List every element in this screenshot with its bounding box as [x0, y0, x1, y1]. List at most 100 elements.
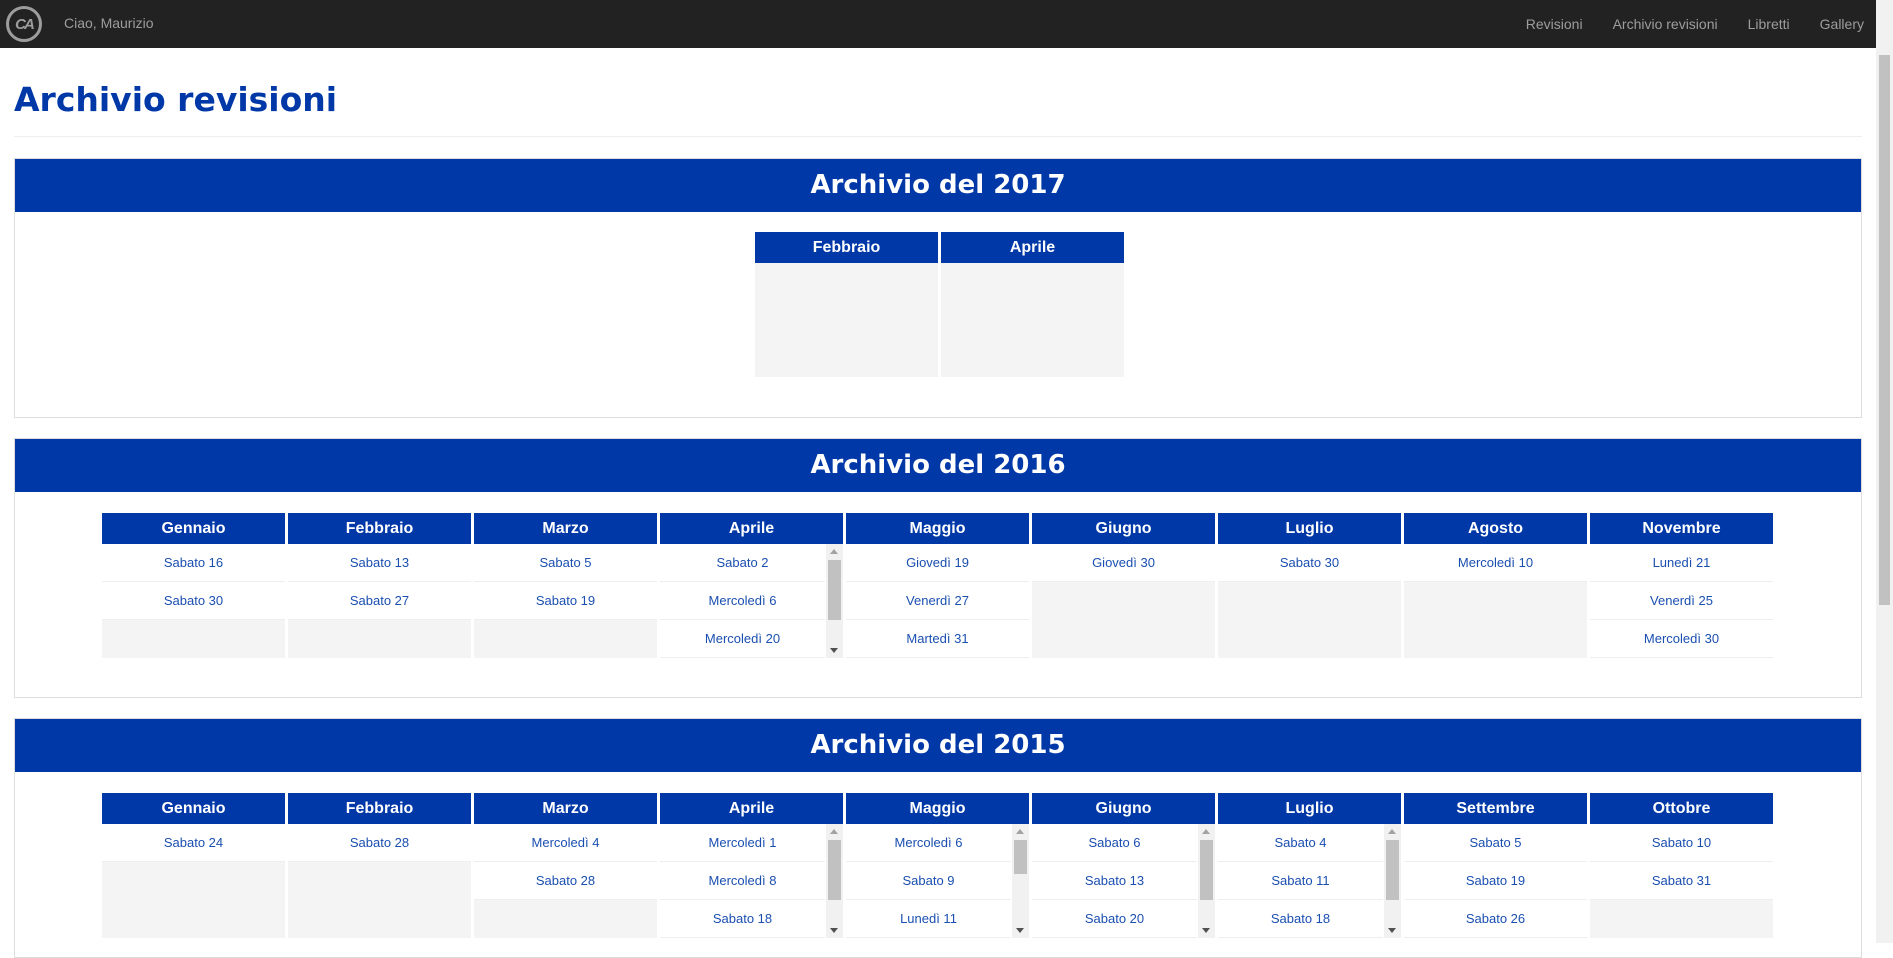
list-scrollbar-thumb[interactable] — [1386, 840, 1399, 900]
archive-panel-title: Archivio del 2015 — [15, 719, 1861, 772]
day-link[interactable]: Sabato 4 — [1218, 824, 1383, 862]
empty-filler — [288, 862, 471, 938]
month-day-list: Sabato 4 Sabato 11 Sabato 18 — [1218, 824, 1401, 938]
list-scrollbar-thumb[interactable] — [828, 560, 841, 620]
empty-filler — [474, 900, 657, 938]
scroll-down-arrow-icon[interactable] — [830, 648, 838, 653]
list-scrollbar[interactable] — [1012, 824, 1029, 938]
day-link[interactable]: Martedì 31 — [846, 620, 1029, 658]
day-link[interactable]: Sabato 19 — [474, 582, 657, 620]
list-scrollbar[interactable] — [826, 824, 843, 938]
day-link[interactable]: Sabato 2 — [660, 544, 825, 582]
month-header: Aprile — [660, 793, 843, 824]
day-link[interactable]: Sabato 26 — [1404, 900, 1587, 938]
day-link[interactable]: Mercoledì 10 — [1404, 544, 1587, 582]
scroll-up-arrow-icon[interactable] — [1202, 829, 1210, 834]
day-link[interactable]: Sabato 30 — [102, 582, 285, 620]
month-column: Luglio Sabato 4 Sabato 11 Sabato 18 — [1218, 793, 1401, 938]
month-header: Giugno — [1032, 793, 1215, 824]
month-header: Luglio — [1218, 793, 1401, 824]
list-scrollbar-thumb[interactable] — [1014, 840, 1027, 874]
list-scrollbar[interactable] — [826, 544, 843, 658]
day-link[interactable]: Venerdì 25 — [1590, 582, 1773, 620]
scroll-up-arrow-icon[interactable] — [1388, 829, 1396, 834]
scroll-up-arrow-icon[interactable] — [1016, 829, 1024, 834]
month-header: Gennaio — [102, 513, 285, 544]
scroll-down-arrow-icon[interactable] — [1202, 928, 1210, 933]
day-link[interactable]: Mercoledì 4 — [474, 824, 657, 862]
day-link[interactable]: Sabato 20 — [1032, 900, 1197, 938]
list-scrollbar-thumb[interactable] — [1200, 840, 1213, 900]
month-column: Luglio Sabato 30 — [1218, 513, 1401, 658]
day-link[interactable]: Sabato 5 — [1404, 824, 1587, 862]
list-scrollbar-thumb[interactable] — [828, 840, 841, 900]
day-link[interactable]: Sabato 31 — [1590, 862, 1773, 900]
day-link[interactable]: Sabato 30 — [1218, 544, 1401, 582]
month-day-list: Sabato 5 Sabato 19 — [474, 544, 657, 658]
day-link[interactable]: Sabato 19 — [1404, 862, 1587, 900]
empty-filler — [1404, 582, 1587, 658]
list-scrollbar[interactable] — [1384, 824, 1401, 938]
day-link[interactable]: Mercoledì 8 — [660, 862, 825, 900]
month-header: Marzo — [474, 513, 657, 544]
day-link[interactable]: Sabato 16 — [102, 544, 285, 582]
day-link[interactable]: Sabato 24 — [102, 824, 285, 862]
month-day-list: Mercoledì 10 — [1404, 544, 1587, 658]
nav-link-archivio-revisioni[interactable]: Archivio revisioni — [1598, 0, 1733, 48]
list-scrollbar[interactable] — [1198, 824, 1215, 938]
empty-filler — [1032, 582, 1215, 658]
day-link[interactable]: Mercoledì 30 — [1590, 620, 1773, 658]
day-link[interactable]: Giovedì 30 — [1032, 544, 1215, 582]
title-divider — [14, 136, 1862, 137]
month-header: Febbraio — [288, 513, 471, 544]
day-link[interactable]: Giovedì 19 — [846, 544, 1029, 582]
day-link[interactable]: Sabato 5 — [474, 544, 657, 582]
month-column: Maggio Giovedì 19 Venerdì 27 Martedì 31 — [846, 513, 1029, 658]
day-link[interactable]: Mercoledì 6 — [660, 582, 825, 620]
day-link[interactable]: Sabato 10 — [1590, 824, 1773, 862]
day-link[interactable]: Sabato 28 — [288, 824, 471, 862]
day-link[interactable]: Sabato 9 — [846, 862, 1011, 900]
month-column: Giugno Sabato 6 Sabato 13 Sabato 20 — [1032, 793, 1215, 938]
day-link[interactable]: Sabato 28 — [474, 862, 657, 900]
day-link[interactable]: Sabato 27 — [288, 582, 471, 620]
day-link[interactable]: Venerdì 27 — [846, 582, 1029, 620]
page-title: Archivio revisioni — [14, 80, 338, 119]
scroll-down-arrow-icon[interactable] — [830, 928, 838, 933]
nav-link-revisioni[interactable]: Revisioni — [1511, 0, 1598, 48]
day-link[interactable]: Lunedì 11 — [846, 900, 1011, 938]
month-day-list: Giovedì 30 — [1032, 544, 1215, 658]
day-link[interactable]: Mercoledì 6 — [846, 824, 1011, 862]
nav-link-gallery[interactable]: Gallery — [1805, 0, 1876, 48]
archive-panel-2016: Archivio del 2016 Gennaio Sabato 16 Saba… — [14, 438, 1862, 698]
month-column: Marzo Mercoledì 4 Sabato 28 — [474, 793, 657, 938]
logo-icon[interactable]: CA — [6, 6, 42, 42]
day-link[interactable]: Sabato 13 — [1032, 862, 1197, 900]
day-link[interactable]: Mercoledì 1 — [660, 824, 825, 862]
scroll-up-arrow-icon[interactable] — [830, 549, 838, 554]
month-column: Giugno Giovedì 30 — [1032, 513, 1215, 658]
scroll-down-arrow-icon[interactable] — [1016, 928, 1024, 933]
month-day-list: Sabato 30 — [1218, 544, 1401, 658]
scroll-up-arrow-icon[interactable] — [830, 829, 838, 834]
month-header: Gennaio — [102, 793, 285, 824]
page-scrollbar[interactable] — [1876, 0, 1893, 943]
month-header: Ottobre — [1590, 793, 1773, 824]
month-header: Maggio — [846, 513, 1029, 544]
day-link[interactable]: Sabato 11 — [1218, 862, 1383, 900]
month-header: Aprile — [941, 232, 1124, 263]
nav-link-libretti[interactable]: Libretti — [1733, 0, 1805, 48]
empty-filler — [474, 620, 657, 658]
day-link[interactable]: Sabato 18 — [660, 900, 825, 938]
page-scrollbar-thumb[interactable] — [1879, 55, 1890, 605]
day-link[interactable]: Sabato 18 — [1218, 900, 1383, 938]
day-link[interactable]: Mercoledì 20 — [660, 620, 825, 658]
day-link[interactable]: Lunedì 21 — [1590, 544, 1773, 582]
day-link[interactable]: Sabato 13 — [288, 544, 471, 582]
scroll-down-arrow-icon[interactable] — [1388, 928, 1396, 933]
month-header: Marzo — [474, 793, 657, 824]
month-day-list: Mercoledì 4 Sabato 28 — [474, 824, 657, 938]
day-link[interactable]: Sabato 6 — [1032, 824, 1197, 862]
month-column: Ottobre Sabato 10 Sabato 31 — [1590, 793, 1773, 938]
month-column: Aprile — [941, 232, 1124, 377]
